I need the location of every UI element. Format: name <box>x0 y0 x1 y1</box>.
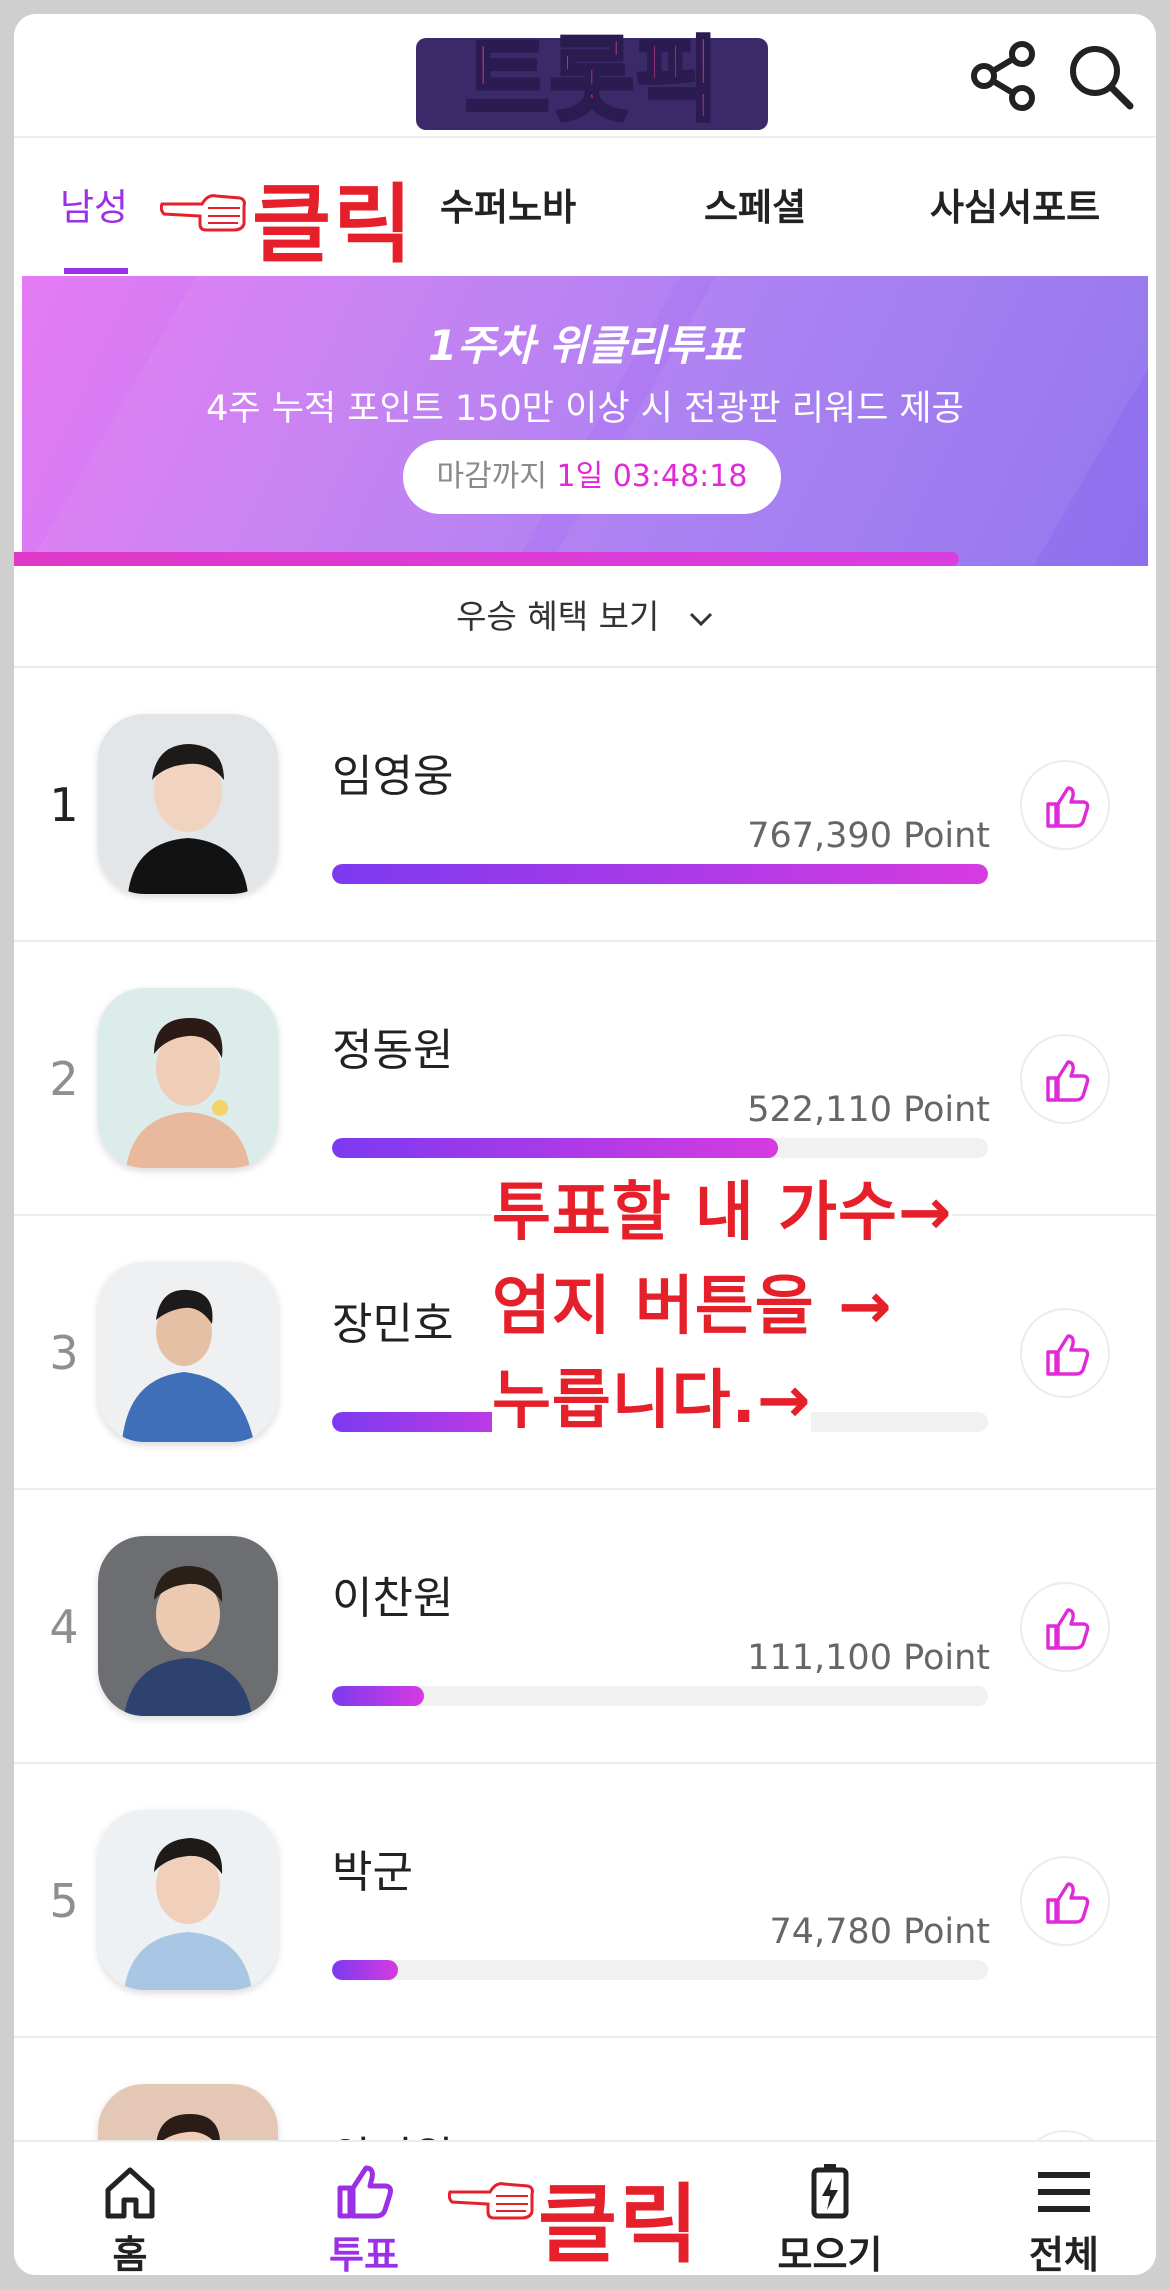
rank-number: 2 <box>49 1052 79 1106</box>
deadline-countdown: 1일 03:48:18 <box>556 459 748 494</box>
singer-avatar <box>98 988 278 1168</box>
pointing-hand-icon <box>448 2182 534 2220</box>
vote-thumbs-up-button[interactable] <box>1020 1582 1110 1672</box>
thumbs-up-icon <box>1046 1608 1090 1650</box>
ranking-row: 4 이찬원 111,100 Point <box>14 1490 1156 1764</box>
singer-points: 522,110 Point <box>747 1090 990 1130</box>
trotpick-logo[interactable]: 트롯픽 <box>410 14 774 140</box>
weekly-vote-banner: 1주차 위클리투표 4주 누적 포인트 150만 이상 시 전광판 리워드 제공… <box>22 276 1148 566</box>
share-icon[interactable] <box>966 38 1042 114</box>
nav-collect[interactable]: 모으기 <box>730 2142 930 2275</box>
points-bar-fill <box>332 1138 779 1158</box>
active-tab-indicator <box>64 268 128 274</box>
rank-number: 1 <box>49 778 79 832</box>
annotation-line: 엄지 버튼을 → <box>492 1260 893 1354</box>
tab-special[interactable]: 스페셜 <box>704 140 806 276</box>
app-header: 트롯픽 <box>14 14 1156 138</box>
thumbs-up-icon <box>1046 1334 1090 1376</box>
annotation-click-bottom: 클릭 <box>538 2175 701 2275</box>
vote-thumbs-up-button[interactable] <box>1020 1034 1110 1124</box>
app-screen: 트롯픽 남성 클릭 수퍼노바 스페셜 사심서포트 1주차 위클리투표 4주 누적… <box>14 14 1156 2275</box>
thumbs-up-icon <box>1046 786 1090 828</box>
singer-name: 박군 <box>332 1847 413 1898</box>
annotation-instructions: 투표할 내 가수→ 엄지 버튼을 → 누릅니다.→ <box>492 1166 953 1448</box>
rank-number: 3 <box>49 1326 79 1380</box>
annotation-line: 투표할 내 가수→ <box>492 1166 953 1260</box>
chevron-down-icon <box>689 612 712 626</box>
vote-thumbs-up-button[interactable] <box>1020 760 1110 850</box>
deadline-pill: 마감까지 1일 03:48:18 <box>403 440 781 514</box>
thumbs-up-icon <box>1046 1060 1090 1102</box>
points-bar <box>332 1960 988 1980</box>
home-icon <box>105 2167 155 2219</box>
thumbs-up-icon <box>1046 1882 1090 1924</box>
tab-supernova[interactable]: 수퍼노바 <box>440 140 576 276</box>
singer-name: 정동원 <box>332 1025 454 1076</box>
annotation-line: 누릅니다.→ <box>492 1354 812 1448</box>
points-bar <box>332 1686 988 1706</box>
singer-name: 이찬원 <box>332 1573 454 1624</box>
winner-benefits-toggle[interactable]: 우승 혜택 보기 <box>14 566 1156 668</box>
points-bar-fill <box>332 1686 424 1706</box>
category-tabs: 남성 클릭 수퍼노바 스페셜 사심서포트 <box>14 140 1156 276</box>
singer-points: 767,390 Point <box>747 816 990 856</box>
vote-thumbs-up-button[interactable] <box>1020 1308 1110 1398</box>
vote-period-progress <box>14 552 959 566</box>
points-bar-fill <box>332 1960 398 1980</box>
nav-label: 모으기 <box>777 2233 883 2275</box>
nav-vote[interactable]: 투표 <box>264 2142 464 2275</box>
nav-label: 투표 <box>329 2233 399 2275</box>
banner-title: 1주차 위클리투표 <box>427 321 743 370</box>
nav-home[interactable]: 홈 <box>30 2142 230 2275</box>
nav-all-menu[interactable]: 전체 <box>964 2142 1156 2275</box>
benefits-label: 우승 혜택 보기 <box>456 597 660 636</box>
bottom-navigation: 홈 투표 클릭 모으기 전체 <box>14 2140 1156 2275</box>
singer-avatar <box>98 1810 278 1990</box>
singer-avatar <box>98 1536 278 1716</box>
nav-label: 홈 <box>112 2233 148 2275</box>
tab-male[interactable]: 남성 <box>60 140 128 276</box>
menu-icon <box>1038 2172 1090 2212</box>
singer-points: 74,780 Point <box>769 1912 991 1952</box>
singer-points: 111,100 Point <box>747 1638 990 1678</box>
points-bar <box>332 1138 988 1158</box>
tab-personal-support[interactable]: 사심서포트 <box>930 140 1100 276</box>
battery-charge-icon <box>811 2164 849 2219</box>
singer-name: 임영웅 <box>332 751 454 802</box>
banner-subtitle: 4주 누적 포인트 150만 이상 시 전광판 리워드 제공 <box>206 389 964 429</box>
annotation-click-top: 클릭 <box>252 175 415 275</box>
vote-thumbs-up-button[interactable] <box>1020 1856 1110 1946</box>
singer-avatar <box>98 714 278 894</box>
ranking-row: 1 임영웅 767,390 Point <box>14 668 1156 942</box>
points-bar <box>332 864 988 884</box>
pointing-hand-icon <box>160 194 246 232</box>
ranking-row: 5 박군 74,780 Point <box>14 1764 1156 2038</box>
nav-label: 전체 <box>1029 2233 1099 2275</box>
thumbs-up-icon <box>337 2165 393 2219</box>
points-bar-fill <box>332 864 988 884</box>
singer-name: 장민호 <box>332 1299 454 1350</box>
rank-number: 4 <box>49 1600 79 1654</box>
svg-text:트롯픽: 트롯픽 <box>465 27 719 134</box>
search-icon[interactable] <box>1062 38 1138 114</box>
singer-avatar <box>98 1262 278 1442</box>
deadline-label: 마감까지 <box>436 459 547 494</box>
rank-number: 5 <box>49 1874 79 1928</box>
